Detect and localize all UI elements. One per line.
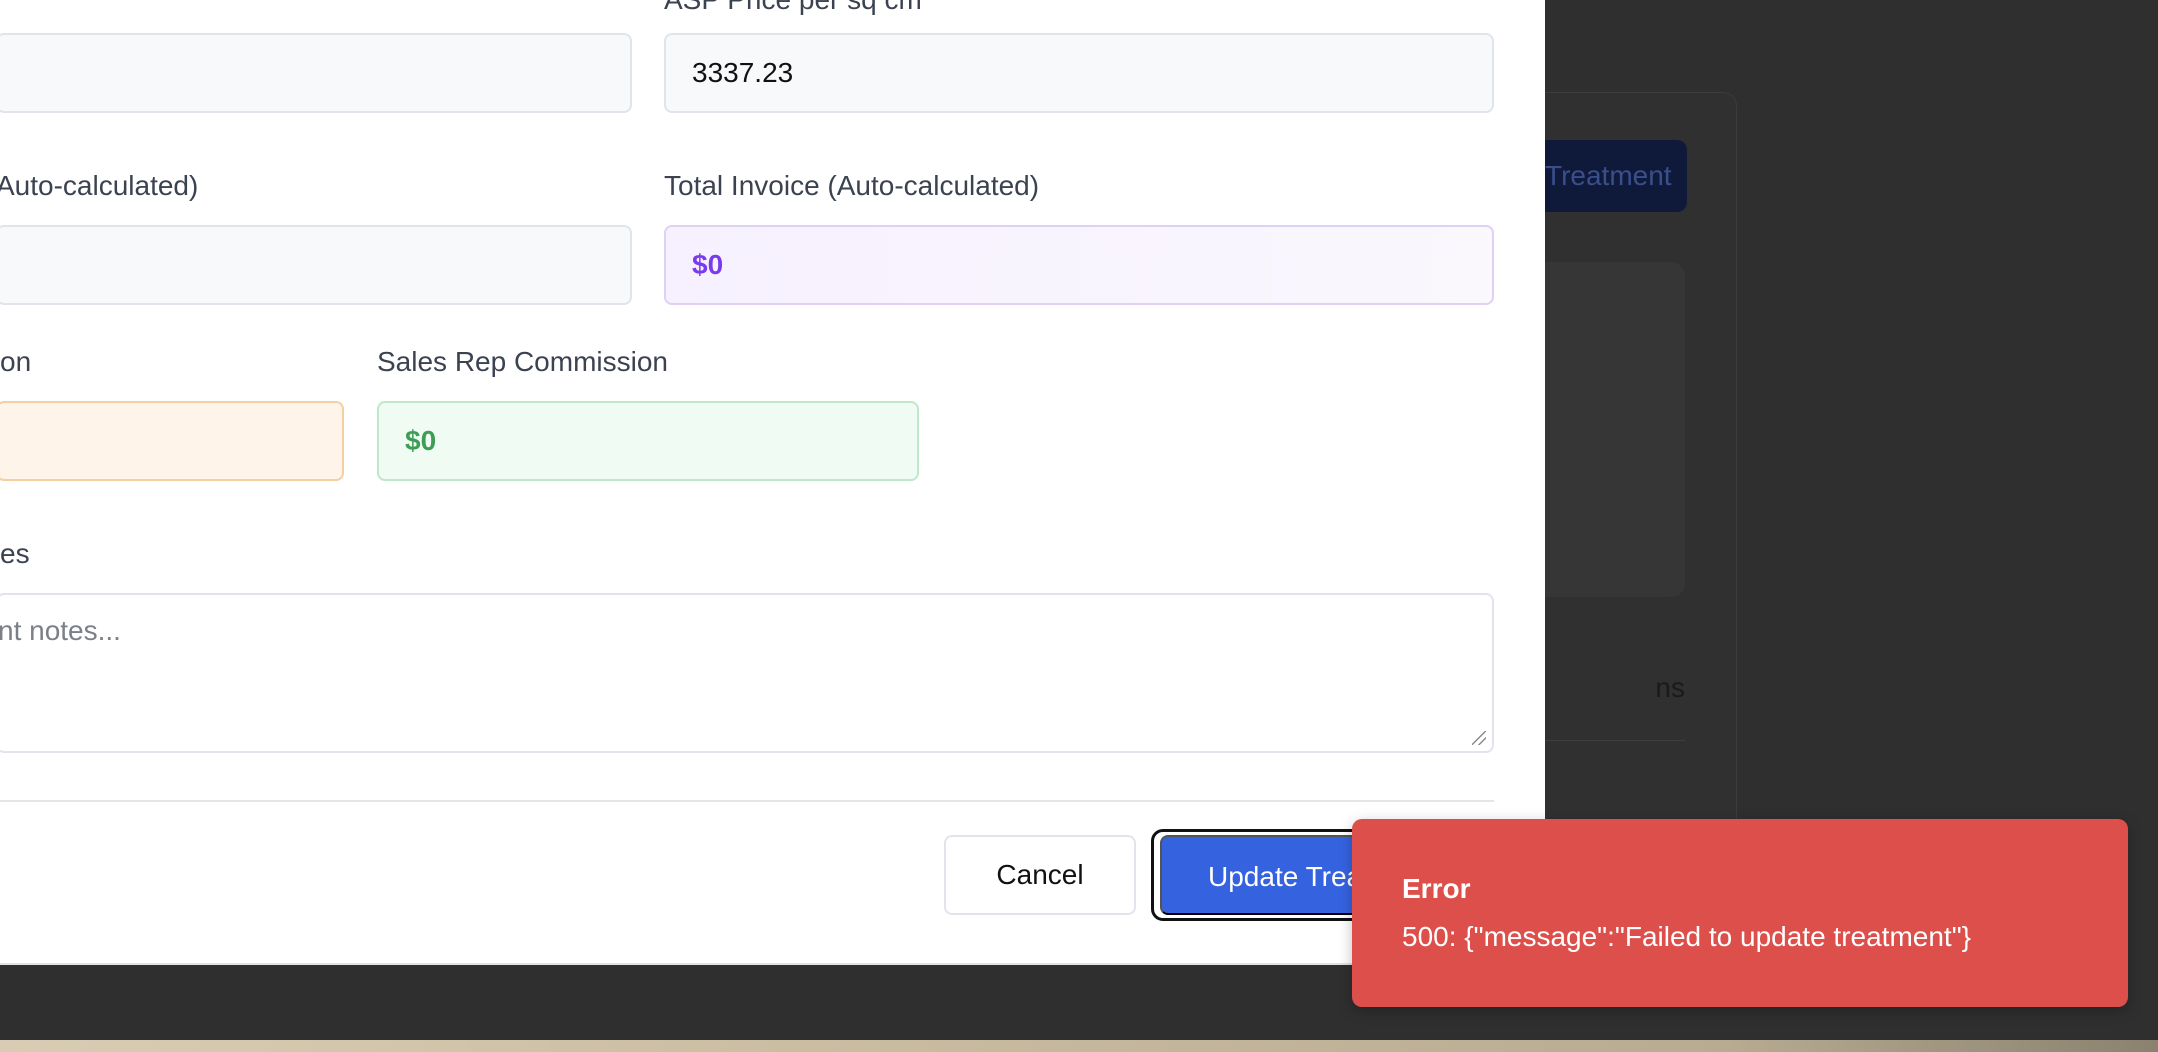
background-divider	[1545, 740, 1685, 741]
left-calculated-input[interactable]	[0, 225, 632, 305]
desktop-strip	[0, 1040, 2158, 1052]
cancel-button[interactable]: Cancel	[944, 835, 1136, 915]
left-calculated-label: Auto-calculated)	[0, 170, 199, 201]
footer-divider	[0, 800, 1494, 802]
resize-handle-icon[interactable]	[1472, 731, 1486, 745]
notes-textarea[interactable]: nt notes...	[0, 593, 1494, 753]
sales-rep-commission-input[interactable]: $0	[377, 401, 919, 481]
error-toast[interactable]: Error 500: {"message":"Failed to update …	[1352, 819, 2128, 1007]
toast-message: 500: {"message":"Failed to update treatm…	[1402, 921, 1971, 952]
sales-rep-commission-label: Sales Rep Commission	[377, 346, 668, 377]
commission-label: on	[0, 346, 32, 377]
background-add-treatment-button: Treatment	[1545, 140, 1687, 212]
background-tab-label: ns	[1655, 672, 1685, 703]
left-top-input[interactable]	[0, 33, 632, 113]
toast-title: Error	[1402, 873, 1471, 904]
edit-treatment-modal: ASP Price per sq cm 3337.23 Auto-calcula…	[0, 0, 1545, 965]
asp-price-input[interactable]: 3337.23	[664, 33, 1494, 113]
total-invoice-label: Total Invoice (Auto-calculated)	[664, 170, 1040, 201]
notes-label: es	[0, 538, 30, 569]
commission-input[interactable]	[0, 401, 344, 481]
background-panel	[1545, 262, 1685, 597]
asp-price-label: ASP Price per sq cm	[664, 0, 922, 16]
total-invoice-input[interactable]: $0	[664, 225, 1494, 305]
notes-placeholder: nt notes...	[0, 615, 121, 646]
